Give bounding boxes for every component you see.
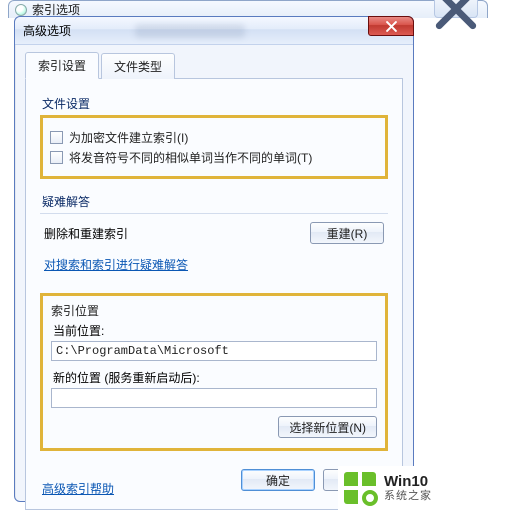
- rebuild-button[interactable]: 重建(R): [310, 222, 384, 244]
- group-index-location-title: 索引位置: [51, 302, 377, 319]
- group-troubleshoot-frame: 删除和重建索引 重建(R) 对搜索和索引进行疑难解答: [40, 213, 388, 279]
- new-location-label: 新的位置 (服务重新启动后):: [53, 369, 377, 386]
- dialog-client-area: 索引设置 文件类型 文件设置 为加密文件建立索引(I) 将发音符号不同的相似单词…: [15, 45, 413, 510]
- advanced-options-dialog: 高级选项 索引设置 文件类型 文件设置 为加密文件建立索引(I): [14, 16, 414, 502]
- ok-button[interactable]: 确定: [241, 469, 315, 491]
- current-location-value: C:\ProgramData\Microsoft: [56, 344, 229, 358]
- tab-file-types[interactable]: 文件类型: [101, 53, 175, 79]
- group-troubleshoot-title: 疑难解答: [42, 193, 388, 210]
- watermark: Win10 系统之家: [338, 466, 508, 510]
- choose-new-location-button[interactable]: 选择新位置(N): [278, 416, 377, 438]
- checkbox-row-encrypted[interactable]: 为加密文件建立索引(I): [50, 129, 378, 146]
- group-file-settings-frame: 为加密文件建立索引(I) 将发音符号不同的相似单词当作不同的单词(T): [40, 115, 388, 179]
- checkbox-diacritics-label: 将发音符号不同的相似单词当作不同的单词(T): [69, 149, 312, 166]
- dialog-close-button[interactable]: [368, 16, 414, 36]
- choose-new-location-row: 选择新位置(N): [51, 416, 377, 438]
- parent-window-close-button[interactable]: [434, 0, 478, 18]
- dialog-title: 高级选项: [23, 22, 71, 39]
- tabpage-index-settings: 文件设置 为加密文件建立索引(I) 将发音符号不同的相似单词当作不同的单词(T)…: [25, 79, 403, 510]
- new-location-field[interactable]: [51, 388, 377, 408]
- indexing-icon: [15, 4, 27, 16]
- checkbox-index-encrypted[interactable]: [50, 131, 63, 144]
- group-file-settings: 文件设置 为加密文件建立索引(I) 将发音符号不同的相似单词当作不同的单词(T): [40, 95, 388, 179]
- watermark-line1: Win10: [384, 473, 432, 490]
- group-troubleshoot: 疑难解答 删除和重建索引 重建(R) 对搜索和索引进行疑难解答: [40, 193, 388, 279]
- troubleshoot-link[interactable]: 对搜索和索引进行疑难解答: [44, 258, 188, 272]
- tab-index-settings[interactable]: 索引设置: [25, 52, 99, 79]
- titlebar-blur: [135, 24, 245, 38]
- watermark-line2: 系统之家: [384, 490, 432, 503]
- troubleshoot-delete-rebuild-label: 删除和重建索引: [44, 225, 128, 242]
- tabstrip: 索引设置 文件类型: [25, 51, 403, 79]
- dialog-titlebar[interactable]: 高级选项: [15, 17, 413, 45]
- checkbox-diacritics[interactable]: [50, 151, 63, 164]
- troubleshoot-row: 删除和重建索引 重建(R): [44, 222, 384, 244]
- group-index-location-frame: 索引位置 当前位置: C:\ProgramData\Microsoft 新的位置…: [40, 293, 388, 451]
- checkbox-index-encrypted-label: 为加密文件建立索引(I): [69, 129, 188, 146]
- group-file-settings-title: 文件设置: [42, 95, 388, 112]
- current-location-label: 当前位置:: [53, 322, 377, 339]
- watermark-logo-icon: [344, 472, 376, 504]
- current-location-field[interactable]: C:\ProgramData\Microsoft: [51, 341, 377, 361]
- watermark-text: Win10 系统之家: [384, 473, 432, 503]
- group-index-location: 索引位置 当前位置: C:\ProgramData\Microsoft 新的位置…: [40, 293, 388, 451]
- checkbox-row-diacritics[interactable]: 将发音符号不同的相似单词当作不同的单词(T): [50, 149, 378, 166]
- advanced-help-link[interactable]: 高级索引帮助: [42, 480, 114, 497]
